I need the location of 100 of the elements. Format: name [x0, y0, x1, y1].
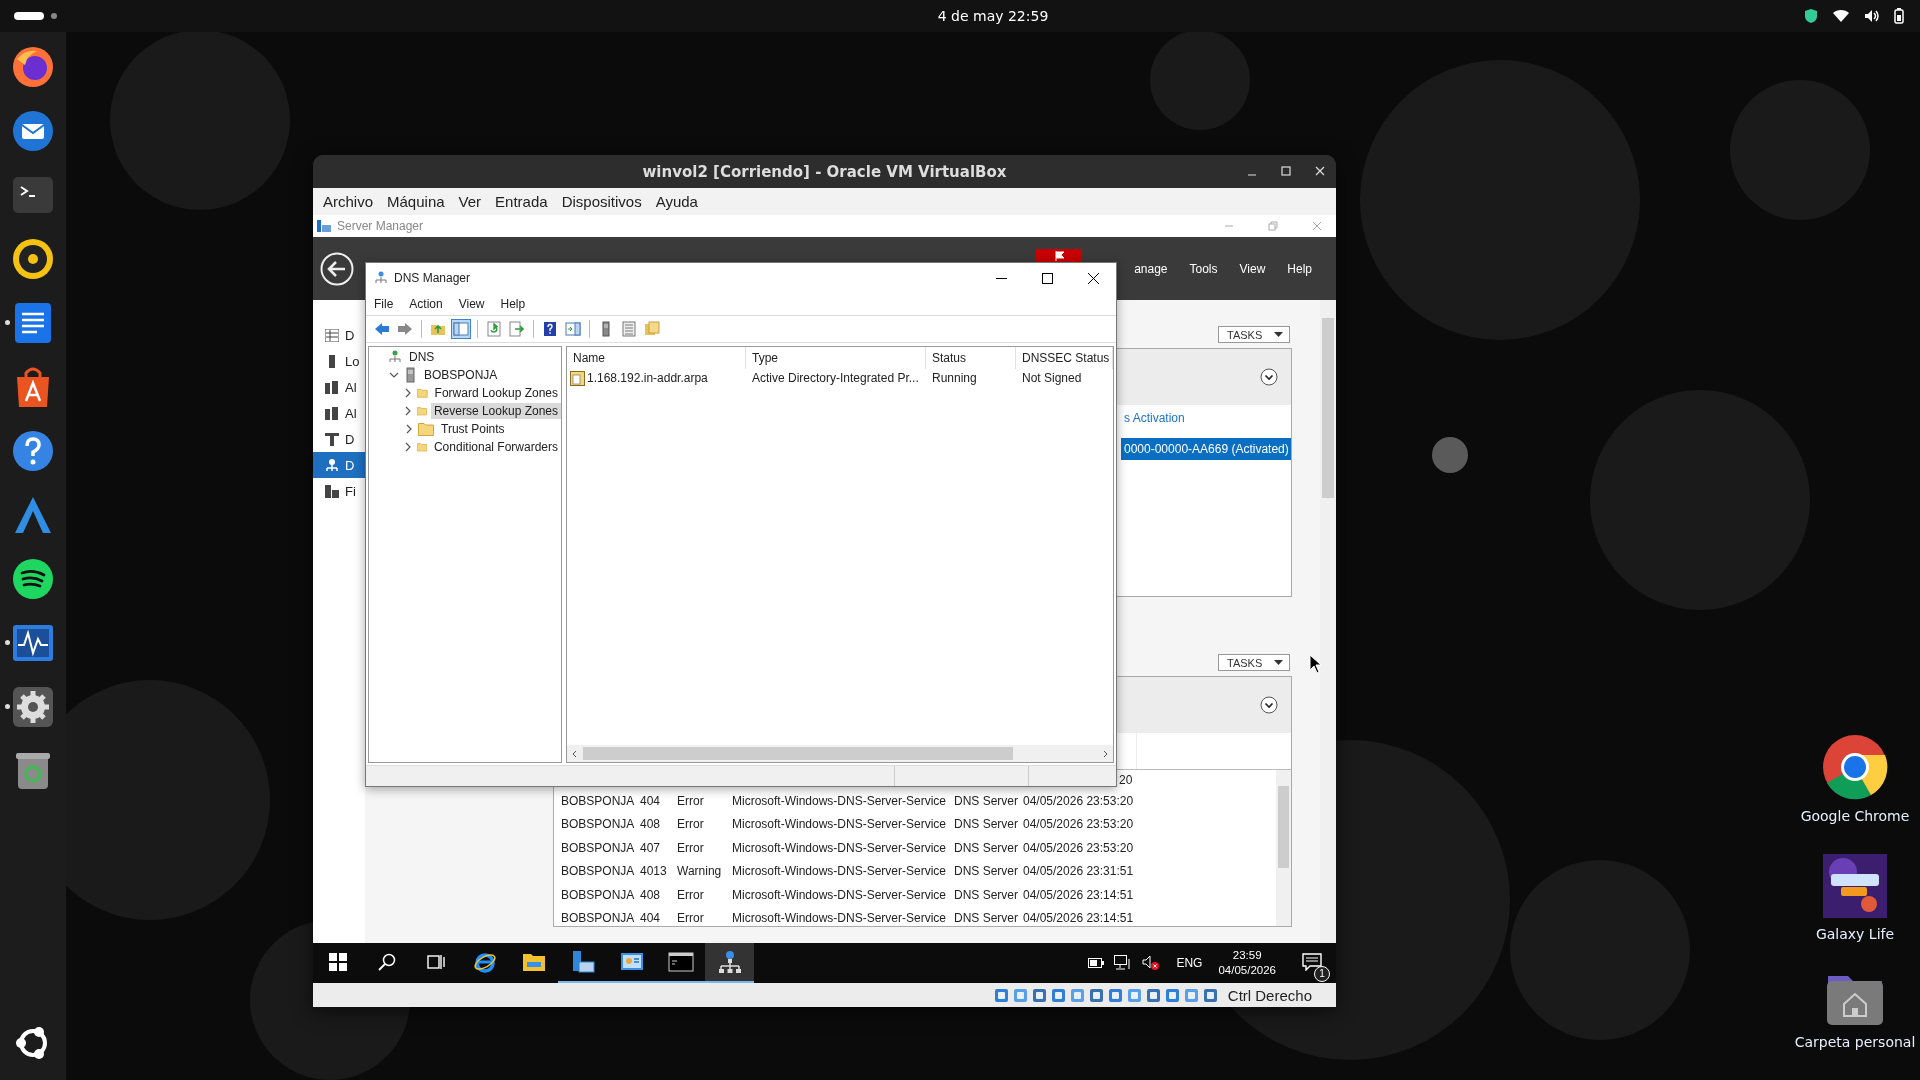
browser-icon[interactable] [11, 45, 55, 89]
toolbar-button[interactable] [451, 319, 471, 339]
notification-icon[interactable] [1302, 952, 1322, 971]
menu-item[interactable]: View [458, 297, 485, 311]
scrollbar[interactable] [1320, 300, 1336, 943]
list-item[interactable]: 0000-00000-AA669 (Activated) [1121, 438, 1291, 460]
menu-item[interactable]: Archivo [323, 193, 374, 210]
device-icon[interactable] [1031, 987, 1047, 1003]
device-icon[interactable] [1145, 987, 1161, 1003]
settings-icon[interactable] [11, 685, 55, 729]
menu-item[interactable]: Tools [1189, 261, 1218, 276]
device-icon[interactable] [993, 987, 1009, 1003]
flag-icon[interactable] [1036, 248, 1083, 263]
table-cell-text: 404 [640, 911, 662, 926]
list-item[interactable]: s Activation [1121, 407, 1291, 429]
export-icon [509, 321, 525, 337]
tree-item[interactable]: BOBSPONJA [421, 367, 501, 383]
music-icon[interactable] [11, 557, 55, 601]
scrollbar[interactable] [567, 745, 1113, 762]
menu-item[interactable]: Help [1287, 261, 1312, 276]
nav-item[interactable]: D [313, 452, 365, 478]
clock[interactable]: 4 de may 22:59 [871, 8, 1049, 24]
nav-item[interactable]: Fi [313, 478, 365, 504]
tree-item[interactable]: DNS [406, 349, 438, 365]
back-icon[interactable] [320, 251, 354, 286]
table-cell-text: DNS Server [954, 911, 1019, 926]
tasks-button[interactable]: TASKS [1218, 654, 1290, 671]
window-title: DNS Manager [394, 271, 471, 285]
device-icon[interactable] [1202, 987, 1218, 1003]
nav-item[interactable]: D [313, 426, 365, 452]
taskbar-button[interactable] [705, 943, 754, 983]
menu-item[interactable]: anage [1134, 261, 1168, 276]
menu-item[interactable]: Ver [458, 193, 482, 210]
game-icon[interactable] [1823, 854, 1887, 918]
folder-icon [417, 404, 427, 418]
menu-item[interactable]: Help [500, 297, 526, 311]
desktop-icon-label[interactable]: Google Chrome [1800, 808, 1910, 824]
table-cell-text: Error [677, 840, 705, 855]
server-manager-icon [317, 219, 331, 233]
menu-item[interactable]: Máquina [387, 193, 445, 210]
mail-icon[interactable] [11, 109, 55, 153]
device-icon[interactable] [1164, 987, 1180, 1003]
menu-item[interactable]: Ayuda [655, 193, 698, 210]
desktop-icon-label[interactable]: Carpeta personal [1794, 1034, 1916, 1050]
menu-item[interactable]: File [374, 297, 394, 311]
file-share-icon [325, 484, 339, 498]
servers-icon [325, 406, 339, 420]
table-cell-text: Microsoft-Windows-DNS-Server-Service [732, 887, 948, 902]
folder-icon [418, 422, 434, 436]
running-indicator [5, 640, 10, 645]
menu-item[interactable]: Action [409, 297, 443, 311]
chevron-icon[interactable] [403, 388, 413, 398]
table-cell-text: BOBSPONJA [561, 864, 636, 879]
chevron-down-icon[interactable] [1260, 368, 1278, 386]
nav-item[interactable]: D [313, 322, 365, 348]
tree-item[interactable]: Conditional Forwarders [430, 439, 561, 455]
running-indicator [5, 704, 10, 709]
speaker-icon[interactable] [11, 237, 55, 281]
chevron-icon[interactable] [403, 406, 413, 416]
nav-item[interactable]: Al [313, 374, 365, 400]
network-icon[interactable] [1114, 955, 1133, 971]
wifi-icon[interactable] [1832, 9, 1850, 23]
volume-icon[interactable] [1864, 9, 1880, 23]
browser-icon[interactable] [1822, 734, 1888, 800]
tasks-button[interactable]: TASKS [1218, 326, 1290, 343]
battery-icon[interactable] [1894, 8, 1904, 24]
table-cell-text: Microsoft-Windows-DNS-Server-Service [732, 911, 948, 926]
device-icon[interactable] [1088, 987, 1104, 1003]
desktop-icon-label[interactable]: Galaxy Life [1815, 926, 1895, 942]
maximize-icon[interactable] [1280, 165, 1292, 177]
language-indicator[interactable]: ENG [1176, 956, 1203, 970]
table-cell-text: DNS Server [954, 887, 1019, 902]
tree-item[interactable]: Reverse Lookup Zones [430, 403, 561, 419]
menu-item[interactable]: Entrada [495, 193, 548, 210]
column-header[interactable]: Type [746, 347, 926, 369]
clock[interactable]: 23:59 04/05/2026 [1218, 948, 1276, 978]
scrollbar[interactable] [1276, 770, 1291, 926]
menu-item[interactable]: View [1239, 261, 1266, 276]
shield-icon[interactable] [1804, 8, 1818, 24]
tree-item[interactable]: Forward Lookup Zones [431, 385, 561, 401]
dns-icon [388, 350, 402, 364]
column-header[interactable]: Status [926, 347, 1016, 369]
menu-item[interactable]: Dispositivos [561, 193, 642, 210]
device-icon[interactable] [1107, 987, 1123, 1003]
nav-item[interactable]: Al [313, 400, 365, 426]
column-header[interactable]: DNSSEC Status [1016, 347, 1113, 369]
help-icon[interactable] [11, 429, 55, 473]
chevron-icon[interactable] [403, 442, 413, 452]
chevron-icon[interactable] [388, 370, 399, 380]
table-cell-text: BOBSPONJA [561, 840, 636, 855]
workspace-indicator-icon[interactable] [14, 11, 60, 21]
tree-item[interactable]: Trust Points [438, 421, 508, 437]
battery-icon[interactable] [1088, 958, 1105, 968]
column-header[interactable]: Name [567, 347, 746, 369]
chevron-down-icon[interactable] [1260, 696, 1278, 714]
device-icon[interactable] [1050, 987, 1066, 1003]
nav-item[interactable]: Lo [313, 348, 365, 374]
zone-name[interactable]: 1.168.192.in-addr.arpa [567, 370, 746, 386]
volume-muted-icon[interactable] [1142, 955, 1161, 971]
back-arrow-icon [374, 321, 390, 337]
